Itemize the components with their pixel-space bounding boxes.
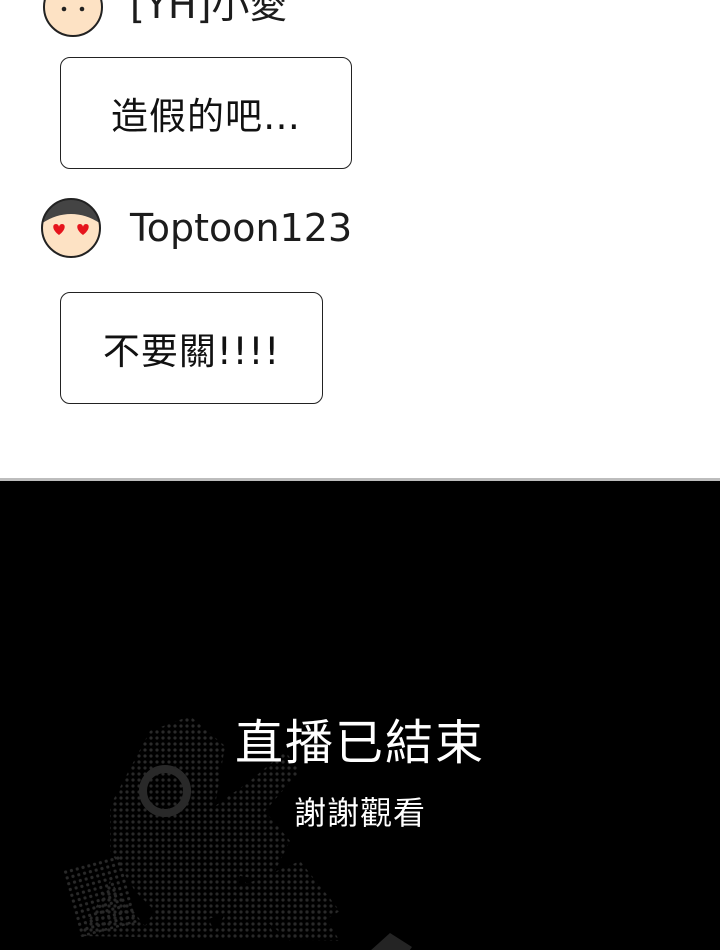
chat-bubble: 不要關!!!! xyxy=(60,292,323,404)
stream-ended-title: 直播已結束 xyxy=(234,715,485,771)
heart-eyes-face-avatar-icon xyxy=(41,198,101,258)
chat-message-text: 不要關!!!! xyxy=(102,330,281,373)
chat-panel: [YH]小愛 造假的吧… Toptoon123 不要關!!!! xyxy=(0,0,720,478)
chat-message-text: 造假的吧… xyxy=(111,95,301,138)
chat-username: [YH]小愛 xyxy=(130,0,288,27)
chat-bubble: 造假的吧… xyxy=(60,57,352,169)
thanks-for-watching-text: 謝謝觀看 xyxy=(293,794,426,832)
smiling-face-avatar-icon xyxy=(43,0,103,37)
chat-username: Toptoon123 xyxy=(130,206,353,250)
stream-ended-panel: 直播已結束 謝謝觀看 xyxy=(0,481,720,950)
